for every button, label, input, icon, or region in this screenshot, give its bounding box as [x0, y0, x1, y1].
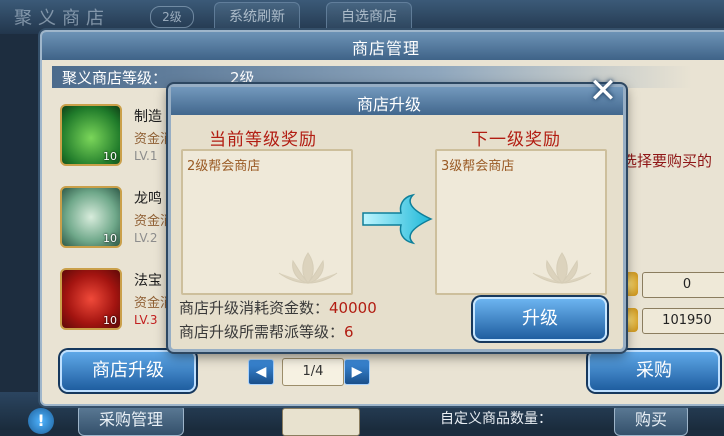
- fund-balance-value: 101950: [642, 308, 724, 334]
- background-shop-title: 聚义商店: [14, 8, 110, 29]
- item-count: 10: [103, 232, 117, 245]
- upgrade-cost-value: 40000: [329, 299, 377, 317]
- item-level: LV.3: [134, 313, 158, 327]
- item-level: LV.1: [134, 149, 158, 163]
- upgrade-button[interactable]: 升级: [473, 297, 607, 341]
- item-name: 龙鸣: [134, 191, 162, 207]
- tab-custom-shop[interactable]: 自选商店: [326, 2, 412, 32]
- shop-management-title: 商店管理: [352, 39, 421, 58]
- triangle-left-icon: ◀: [255, 364, 267, 380]
- lotus-decoration-icon: [532, 252, 592, 284]
- shop-upgrade-header: 商店升级: [171, 87, 623, 115]
- shop-level-label: 聚义商店等级：: [62, 69, 168, 87]
- item-name: 制造: [134, 109, 162, 125]
- shop-upgrade-button[interactable]: 商店升级: [60, 350, 196, 392]
- item-count: 10: [103, 150, 117, 163]
- purchase-management-button[interactable]: 采购管理: [78, 404, 185, 436]
- current-reward-panel: 2级帮会商店: [181, 149, 353, 295]
- item-count: 10: [103, 314, 117, 327]
- upgrade-cost-line: 商店升级消耗资金数：40000: [179, 297, 377, 318]
- required-guild-level-value: 6: [344, 323, 354, 341]
- item-level: LV.2: [134, 231, 158, 245]
- background-level-badge: 2级: [150, 6, 194, 28]
- upgrade-cost-label: 商店升级消耗资金数：: [179, 299, 330, 317]
- lotus-decoration-icon: [278, 252, 338, 284]
- next-level-reward-heading: 下一级奖励: [471, 130, 561, 150]
- shop-upgrade-dialog: 商店升级 ✕ 当前等级奖励 下一级奖励 2级帮会商店 3级帮会商店 商店升级消耗…: [168, 73, 626, 352]
- close-x-icon[interactable]: ✕: [585, 73, 621, 109]
- triangle-right-icon: ▶: [351, 364, 363, 380]
- prev-page-button[interactable]: ◀: [248, 359, 274, 385]
- cyan-arrow-right-icon: [362, 193, 433, 245]
- shop-upgrade-title: 商店升级: [357, 95, 422, 114]
- current-reward-text: 2级帮会商店: [187, 159, 261, 174]
- shop-management-header: 商店管理: [42, 32, 724, 60]
- next-reward-panel: 3级帮会商店: [435, 149, 607, 295]
- purchase-quantity-value: 0: [642, 272, 724, 298]
- item-name: 法宝: [134, 273, 162, 289]
- purchase-button[interactable]: 采购: [588, 350, 720, 392]
- required-guild-level-line: 商店升级所需帮派等级：6: [179, 321, 354, 342]
- red-bag-icon: 10: [60, 268, 122, 330]
- select-purchase-hint: 选择要购买的: [622, 152, 713, 170]
- jade-flute-icon: 10: [60, 186, 122, 248]
- current-level-reward-heading: 当前等级奖励: [209, 130, 317, 150]
- next-page-button[interactable]: ▶: [344, 359, 370, 385]
- tab-system-refresh[interactable]: 系统刷新: [214, 2, 300, 32]
- custom-quantity-label: 自定义商品数量：: [440, 411, 552, 427]
- green-pouch-icon: 10: [60, 104, 122, 166]
- background-page-box: [282, 408, 360, 436]
- info-icon[interactable]: !: [28, 408, 54, 434]
- required-guild-level-label: 商店升级所需帮派等级：: [179, 323, 345, 341]
- buy-button[interactable]: 购买: [614, 404, 689, 436]
- page-indicator: 1/4: [282, 358, 344, 386]
- next-reward-text: 3级帮会商店: [441, 159, 515, 174]
